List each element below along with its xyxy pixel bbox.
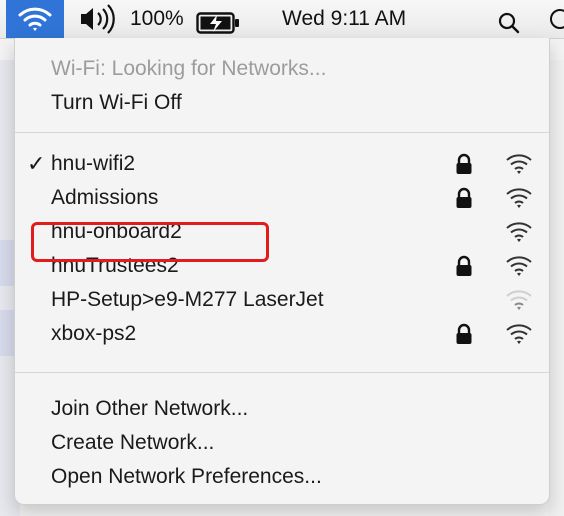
wifi-status: Wi-Fi: Looking for Networks... — [15, 52, 549, 86]
siri-icon — [550, 9, 564, 29]
wifi-signal-icon — [506, 256, 532, 276]
volume-icon — [81, 4, 115, 34]
network-item[interactable]: Admissions — [15, 181, 549, 215]
wifi-dropdown-menu: Wi-Fi: Looking for Networks... Turn Wi-F… — [14, 38, 550, 505]
menu-separator — [15, 372, 549, 373]
wifi-signal-icon — [506, 324, 532, 344]
menu-separator — [15, 132, 549, 133]
lock-icon — [456, 323, 472, 344]
network-name: HP-Setup>e9-M277 LaserJet — [51, 288, 324, 311]
create-network-label: Create Network... — [51, 431, 215, 454]
turn-wifi-off-item[interactable]: Turn Wi-Fi Off — [15, 86, 549, 120]
join-other-network-label: Join Other Network... — [51, 397, 249, 420]
lock-icon — [456, 153, 472, 174]
spotlight-button[interactable] — [498, 9, 520, 34]
open-network-preferences-label: Open Network Preferences... — [51, 465, 322, 488]
network-item[interactable]: HP-Setup>e9-M277 LaserJet — [15, 283, 549, 317]
battery-percentage[interactable]: 100% — [130, 0, 184, 38]
wifi-menu-button[interactable] — [6, 0, 64, 38]
wifi-signal-icon — [506, 188, 532, 208]
wifi-status-label: Wi-Fi: Looking for Networks... — [51, 57, 327, 80]
network-name: xbox-ps2 — [51, 322, 137, 345]
network-item[interactable]: xbox-ps2 — [15, 317, 549, 351]
battery-charging-icon — [196, 12, 239, 34]
network-name: hnu-wifi2 — [51, 152, 136, 175]
background-window-right — [548, 60, 564, 516]
network-item[interactable]: ✓ hnu-wifi2 — [15, 147, 549, 181]
lock-icon — [456, 255, 472, 276]
search-icon — [498, 12, 520, 34]
menu-bar-clock[interactable]: Wed 9:11 AM — [282, 0, 406, 38]
create-network-item[interactable]: Create Network... — [15, 426, 549, 460]
open-network-preferences-item[interactable]: Open Network Preferences... — [15, 460, 549, 494]
wifi-signal-icon — [506, 222, 532, 242]
lock-icon — [456, 187, 472, 208]
annotation-highlight-box — [31, 222, 269, 262]
turn-wifi-off-label: Turn Wi-Fi Off — [51, 91, 182, 114]
wifi-signal-weak-icon — [506, 290, 532, 310]
join-other-network-item[interactable]: Join Other Network... — [15, 392, 549, 426]
network-name: Admissions — [51, 186, 159, 209]
battery-menu-button[interactable] — [196, 9, 242, 34]
wifi-icon — [18, 7, 52, 31]
checkmark-icon: ✓ — [27, 151, 46, 176]
wifi-signal-icon — [506, 154, 532, 174]
menu-bar: 100% Wed 9:11 AM — [0, 0, 564, 39]
volume-menu-button[interactable] — [78, 0, 118, 38]
menu-bar-extra-item[interactable] — [548, 0, 564, 38]
